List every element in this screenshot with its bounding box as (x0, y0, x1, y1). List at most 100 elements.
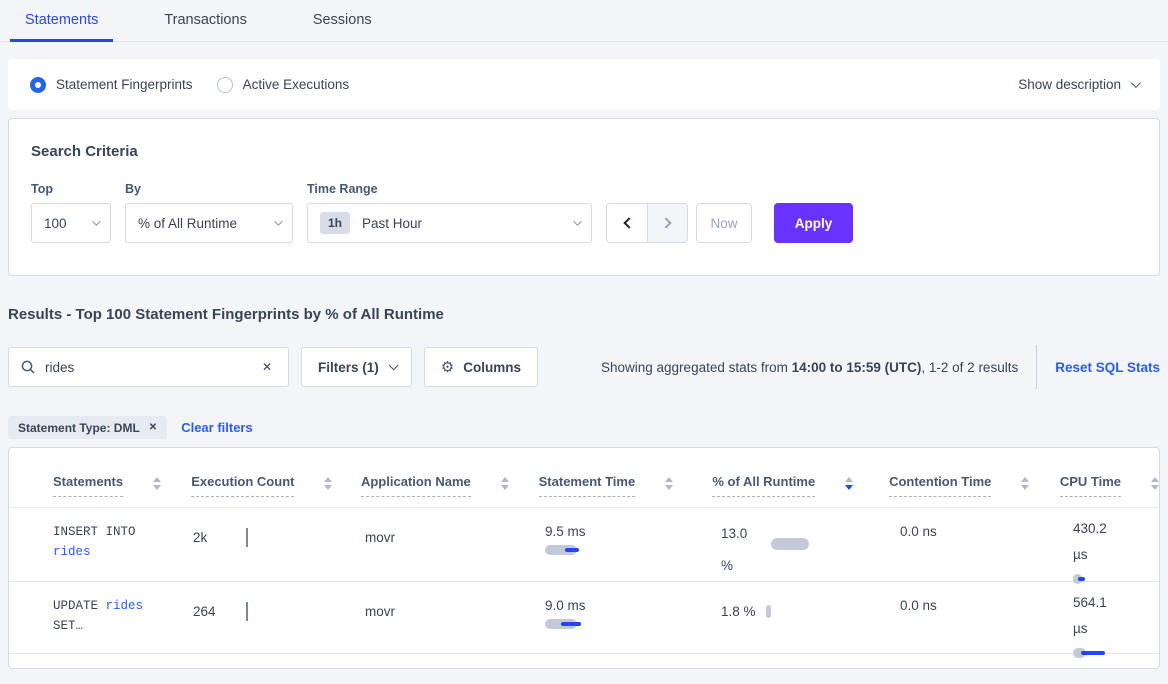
application-name-cell: movr (365, 508, 545, 581)
chevron-down-icon (92, 217, 100, 225)
column-header-pct-all-runtime[interactable]: % of All Runtime (712, 474, 889, 507)
radio-statement-fingerprints[interactable]: Statement Fingerprints (30, 77, 193, 93)
previous-time-range-button[interactable] (607, 204, 647, 242)
statement-cell[interactable]: UPDATE rides SET… (53, 582, 193, 653)
column-header-label[interactable]: Contention Time (889, 474, 991, 497)
cpu-time-cell: 564.1 µs (1073, 582, 1159, 653)
clear-search-icon[interactable]: ✕ (258, 358, 276, 376)
column-header-label[interactable]: Statement Time (539, 474, 636, 497)
show-description-label: Show description (1018, 77, 1121, 92)
statement-cell[interactable]: INSERT INTO rides (53, 508, 193, 581)
radio-selected-icon[interactable] (30, 77, 46, 93)
column-header-statements[interactable]: Statements (53, 474, 191, 507)
statement-search-box[interactable]: ✕ (8, 347, 289, 387)
stats-text: Showing aggregated stats from 14:00 to 1… (601, 360, 1018, 375)
column-header-label[interactable]: % of All Runtime (712, 474, 815, 497)
tab-sessions[interactable]: Sessions (298, 0, 387, 42)
filters-button-label: Filters (1) (318, 360, 379, 375)
statements-table: Statements Execution Count Application N… (8, 447, 1160, 669)
radio-statement-fingerprints-label: Statement Fingerprints (56, 77, 193, 92)
time-range-select-value: Past Hour (362, 216, 422, 231)
column-header-label[interactable]: Execution Count (191, 474, 294, 497)
show-description-toggle[interactable]: Show description (1018, 77, 1138, 92)
chevron-left-icon (623, 217, 634, 228)
execution-count-value: 264 (193, 604, 246, 653)
filter-chip-label: Statement Type: DML (18, 421, 140, 435)
pct-runtime-value: 1.8 % (721, 604, 756, 619)
sort-icon[interactable] (1151, 477, 1159, 490)
radio-active-executions[interactable]: Active Executions (217, 77, 350, 93)
execution-count-cell: 264 (193, 582, 365, 653)
sort-icon-active-desc[interactable] (845, 477, 853, 490)
sort-icon[interactable] (1021, 477, 1029, 490)
radio-unselected-icon[interactable] (217, 77, 233, 93)
table-row-update-rides[interactable]: UPDATE rides SET… 264 movr 9.0 ms 1.8 % … (9, 581, 1159, 654)
column-header-cpu-time[interactable]: CPU Time (1060, 474, 1159, 507)
statement-time-bar (545, 545, 585, 555)
chevron-right-icon (660, 217, 671, 228)
by-select[interactable]: % of All Runtime (125, 203, 293, 243)
cpu-time-value: 564.1 µs (1073, 590, 1117, 642)
next-time-range-button[interactable] (647, 204, 687, 242)
column-header-label[interactable]: Application Name (361, 474, 471, 497)
pct-runtime-value: 13.0 % (721, 518, 757, 581)
sort-icon[interactable] (324, 477, 332, 490)
remove-filter-icon[interactable]: ✕ (149, 422, 157, 433)
top-select[interactable]: 100 (31, 203, 111, 243)
filters-button[interactable]: Filters (1) (301, 347, 412, 387)
reset-sql-stats-link[interactable]: Reset SQL Stats (1055, 360, 1160, 375)
column-header-statement-time[interactable]: Statement Time (539, 474, 713, 507)
time-range-field-label: Time Range (307, 182, 592, 196)
statement-keyword: INSERT INTO (53, 522, 193, 542)
cpu-time-bar (1073, 574, 1113, 584)
time-range-select[interactable]: 1h Past Hour (307, 203, 592, 243)
now-button[interactable]: Now (696, 203, 752, 243)
by-field-group: By % of All Runtime (125, 182, 293, 243)
statement-link[interactable]: rides (53, 542, 193, 562)
stats-suffix: , 1-2 of 2 results (921, 360, 1018, 375)
statement-keyword: UPDATE (53, 599, 98, 613)
statement-link[interactable]: rides (106, 599, 144, 613)
statement-line-1: UPDATE rides (53, 596, 193, 616)
tab-transactions[interactable]: Transactions (149, 0, 261, 42)
execution-count-bar (246, 528, 248, 547)
vertical-divider (1036, 345, 1037, 389)
gear-icon: ⚙ (441, 358, 454, 376)
cpu-time-bar (1073, 648, 1113, 658)
columns-button[interactable]: ⚙ Columns (424, 347, 538, 387)
apply-button[interactable]: Apply (774, 203, 853, 243)
chevron-down-icon (573, 217, 581, 225)
top-field-group: Top 100 (31, 182, 111, 243)
table-row-insert-rides[interactable]: INSERT INTO rides 2k movr 9.5 ms 13.0 % … (9, 508, 1159, 581)
column-header-execution-count[interactable]: Execution Count (191, 474, 361, 507)
chevron-down-icon (388, 360, 398, 370)
statement-suffix: SET… (53, 616, 193, 636)
pct-runtime-cell: 13.0 % (721, 508, 900, 581)
sort-icon[interactable] (501, 477, 509, 490)
statement-time-cell: 9.0 ms (545, 582, 721, 653)
clear-filters-link[interactable]: Clear filters (181, 420, 253, 435)
filter-chip-statement-type[interactable]: Statement Type: DML ✕ (8, 416, 167, 439)
column-header-application-name[interactable]: Application Name (361, 474, 539, 507)
search-input[interactable] (45, 360, 258, 375)
sort-icon[interactable] (153, 477, 161, 490)
tab-statements[interactable]: Statements (10, 0, 113, 42)
stats-summary: Showing aggregated stats from 14:00 to 1… (601, 345, 1160, 389)
radio-active-executions-label: Active Executions (243, 77, 350, 92)
statement-time-cell: 9.5 ms (545, 508, 721, 581)
statement-time-value: 9.5 ms (545, 524, 721, 539)
pct-runtime-bar (766, 605, 771, 618)
top-select-value: 100 (44, 216, 67, 231)
cpu-time-cell: 430.2 µs (1073, 508, 1159, 581)
column-header-label[interactable]: CPU Time (1060, 474, 1121, 497)
stats-time-range: 14:00 to 15:59 (UTC) (792, 360, 922, 375)
sort-icon[interactable] (665, 477, 673, 490)
pct-runtime-bar (771, 538, 809, 550)
top-field-label: Top (31, 182, 111, 196)
column-header-contention-time[interactable]: Contention Time (889, 474, 1060, 507)
columns-button-label: Columns (463, 360, 521, 375)
column-header-label[interactable]: Statements (53, 474, 123, 497)
view-toggle-bar: Statement Fingerprints Active Executions… (8, 59, 1160, 110)
search-icon (21, 360, 35, 374)
statement-time-bar (545, 619, 585, 629)
